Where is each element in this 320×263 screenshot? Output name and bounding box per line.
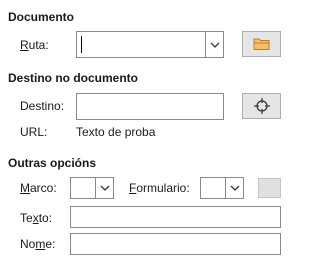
form-input[interactable] bbox=[201, 178, 225, 198]
chevron-down-icon bbox=[230, 185, 239, 191]
text-input[interactable] bbox=[70, 206, 281, 228]
url-label: URL: bbox=[20, 125, 48, 139]
text-label: Texto: bbox=[20, 211, 52, 225]
form-label: Formulario: bbox=[129, 181, 190, 195]
frame-dropdown-button[interactable] bbox=[95, 178, 113, 198]
frame-label-text: arco: bbox=[30, 181, 57, 195]
path-combobox[interactable] bbox=[76, 31, 224, 58]
name-label-mnemonic: m bbox=[35, 237, 46, 251]
events-button[interactable] bbox=[258, 178, 281, 198]
target-section-heading: Destino no documento bbox=[8, 71, 138, 85]
path-dropdown-button[interactable] bbox=[205, 32, 223, 57]
form-combobox[interactable] bbox=[200, 177, 244, 199]
text-label-post: to: bbox=[38, 211, 53, 225]
form-label-text: ormulario: bbox=[136, 181, 190, 195]
document-section-heading: Documento bbox=[8, 10, 74, 24]
target-label: Destino: bbox=[20, 99, 65, 113]
frame-label-mnemonic: M bbox=[20, 181, 30, 195]
folder-icon bbox=[253, 38, 269, 50]
frame-combobox[interactable] bbox=[70, 177, 114, 199]
chevron-down-icon bbox=[100, 185, 109, 191]
path-input[interactable] bbox=[77, 32, 205, 57]
name-label-pre: No bbox=[20, 237, 36, 251]
frame-label: Marco: bbox=[20, 181, 57, 195]
text-label-pre: Te bbox=[20, 211, 33, 225]
other-options-heading: Outras opcións bbox=[8, 156, 97, 170]
text-caret bbox=[81, 36, 82, 53]
frame-input[interactable] bbox=[71, 178, 95, 198]
name-label-post: e: bbox=[45, 237, 56, 251]
path-label-mnemonic: R bbox=[20, 38, 29, 52]
open-file-button[interactable] bbox=[242, 31, 281, 57]
path-label: Ruta: bbox=[20, 38, 49, 52]
path-label-text: uta: bbox=[28, 38, 49, 52]
form-dropdown-button[interactable] bbox=[225, 178, 243, 198]
target-in-document-button[interactable] bbox=[242, 93, 281, 119]
name-label: Nome: bbox=[20, 237, 55, 251]
name-input[interactable] bbox=[70, 233, 281, 255]
chevron-down-icon bbox=[210, 42, 219, 48]
crosshair-icon bbox=[253, 98, 270, 114]
target-input[interactable] bbox=[76, 93, 224, 120]
url-value: Texto de proba bbox=[76, 125, 156, 139]
